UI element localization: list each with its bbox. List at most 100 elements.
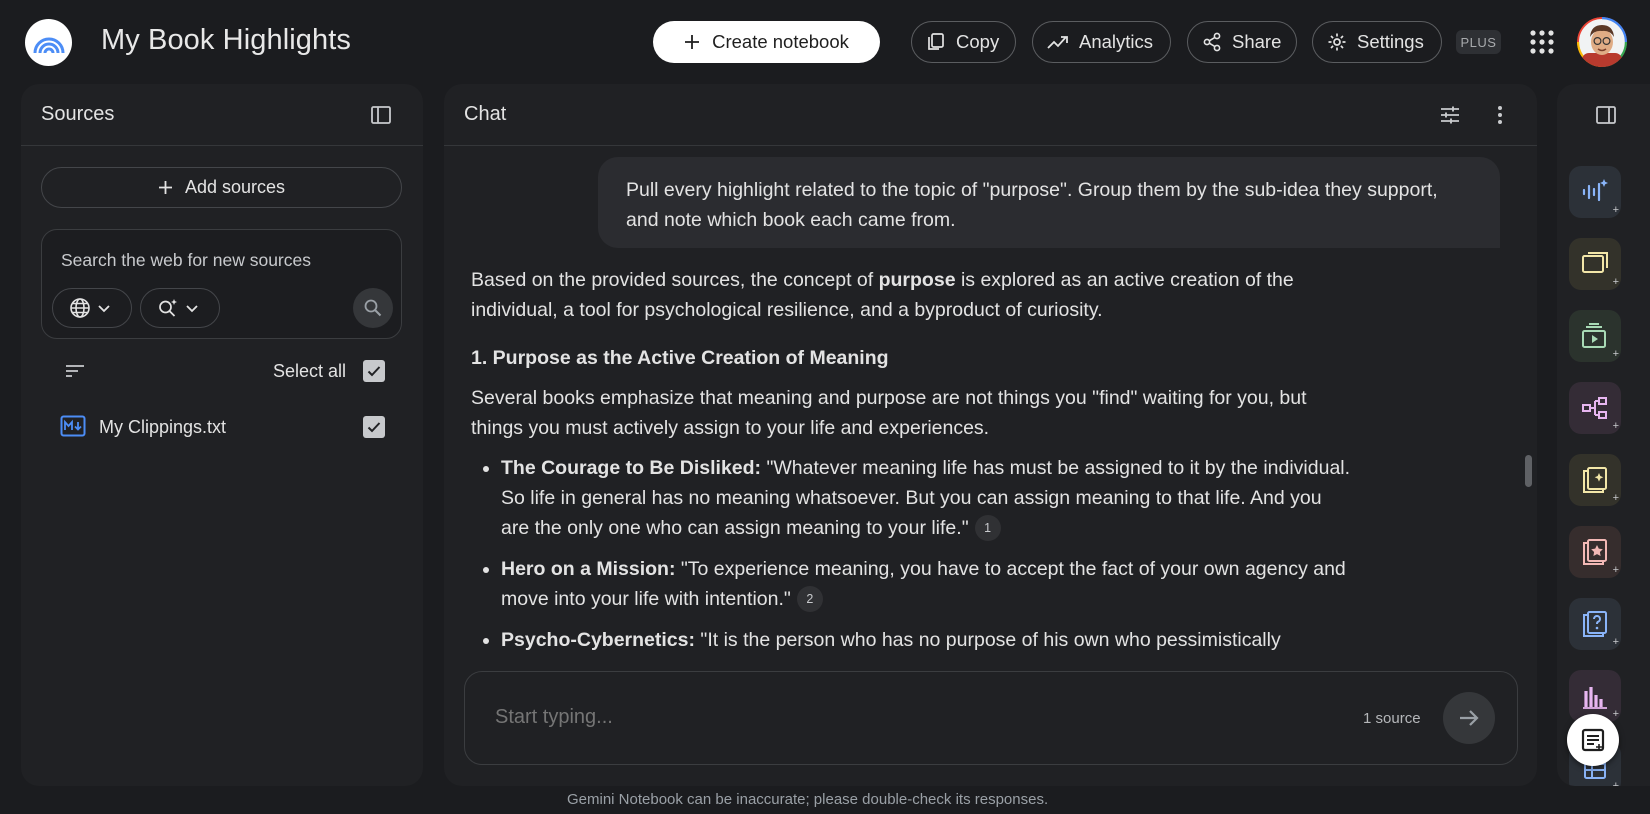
- apps-grid-button[interactable]: [1528, 28, 1556, 56]
- source-checkbox[interactable]: [363, 416, 385, 438]
- select-all-checkbox[interactable]: [363, 360, 385, 382]
- add-icon: +: [1612, 564, 1619, 576]
- chevron-down-icon: [98, 305, 110, 313]
- mind-map-icon: [1582, 397, 1607, 419]
- book-title: The Courage to Be Disliked:: [501, 457, 762, 479]
- chevron-down-icon: [186, 305, 198, 313]
- arrow-right-icon: [1460, 710, 1479, 726]
- avatar-portrait-icon: [1577, 17, 1627, 67]
- checkmark-icon: [367, 422, 381, 433]
- response-intro: Based on the provided sources, the conce…: [471, 265, 1351, 325]
- mind-map-button[interactable]: +: [1569, 382, 1621, 434]
- send-button[interactable]: [1443, 692, 1495, 744]
- source-count: 1 source: [1363, 710, 1421, 727]
- add-icon: +: [1612, 708, 1619, 720]
- sources-panel: Sources Add sources Search the web for n…: [21, 84, 423, 786]
- chat-panel: Chat Pull every highlight related to the…: [444, 84, 1537, 786]
- section-body: Several books emphasize that meaning and…: [471, 387, 1307, 439]
- audio-overview-icon: [1582, 179, 1608, 202]
- share-label: Share: [1232, 31, 1282, 52]
- add-icon: +: [1612, 636, 1619, 648]
- audio-overview-button[interactable]: +: [1569, 166, 1621, 218]
- add-icon: +: [1612, 204, 1619, 216]
- citation-chip[interactable]: 2: [796, 586, 823, 613]
- quiz-button[interactable]: +: [1569, 598, 1621, 650]
- expand-studio-button[interactable]: [1594, 103, 1618, 127]
- plan-badge: PLUS: [1456, 30, 1501, 54]
- chat-messages[interactable]: Pull every highlight related to the topi…: [444, 147, 1537, 722]
- highlight-item: Hero on a Mission: "To experience meanin…: [471, 554, 1351, 614]
- reports-button[interactable]: +: [1569, 454, 1621, 506]
- analytics-button[interactable]: Analytics: [1032, 21, 1171, 63]
- sources-filter-row: Select all: [41, 349, 402, 393]
- add-sources-label: Add sources: [184, 177, 286, 197]
- studio-panel: + + + + + + + + +: [1557, 84, 1650, 786]
- chat-composer: 1 source: [464, 671, 1518, 765]
- highlight-quote: "It is the person who has no purpose of …: [694, 629, 1281, 651]
- sparkle-search-icon: [159, 299, 177, 317]
- create-notebook-button[interactable]: Create notebook: [653, 21, 880, 63]
- intro-text-start: Based on the provided sources, the conce…: [471, 269, 879, 291]
- account-avatar[interactable]: [1577, 17, 1627, 67]
- section-heading: 1. Purpose as the Active Creation of Mea…: [471, 347, 889, 369]
- select-all-label: Select all: [272, 361, 346, 381]
- web-search-box: Search the web for new sources: [41, 229, 402, 339]
- web-search-submit-button[interactable]: [353, 288, 393, 328]
- chat-header: Chat: [444, 84, 1537, 146]
- note-icon: [1581, 728, 1605, 752]
- infographic-icon: [1583, 687, 1607, 709]
- add-icon: +: [1612, 780, 1619, 787]
- user-message: Pull every highlight related to the topi…: [598, 157, 1500, 248]
- chat-input[interactable]: [495, 706, 1275, 729]
- apps-grid-icon: [1530, 30, 1554, 54]
- reports-icon: [1583, 467, 1607, 493]
- slide-deck-icon: [1582, 252, 1608, 273]
- search-icon: [364, 299, 382, 317]
- video-overview-button[interactable]: +: [1569, 310, 1621, 362]
- book-title: Psycho-Cybernetics:: [501, 629, 695, 651]
- more-vert-icon: [1498, 106, 1502, 124]
- share-button[interactable]: Share: [1187, 21, 1297, 63]
- chat-settings-button[interactable]: [1438, 103, 1462, 127]
- app-logo[interactable]: [25, 19, 72, 66]
- sort-button[interactable]: [65, 363, 85, 379]
- copy-button[interactable]: Copy: [911, 21, 1016, 63]
- copy-label: Copy: [956, 31, 1000, 52]
- add-note-button[interactable]: [1567, 714, 1619, 766]
- highlight-item: The Courage to Be Disliked: "Whatever me…: [471, 453, 1351, 543]
- flashcards-icon: [1583, 539, 1607, 565]
- assistant-response: Based on the provided sources, the conce…: [471, 265, 1351, 666]
- disclaimer-text: Gemini Notebook can be inaccurate; pleas…: [567, 791, 1049, 808]
- logo-arcs-icon: [33, 37, 64, 53]
- checkmark-icon: [367, 366, 381, 377]
- search-mode-dropdown[interactable]: [140, 288, 220, 328]
- markdown-file-icon: [60, 415, 86, 437]
- chat-scrollbar[interactable]: [1525, 455, 1532, 487]
- analytics-label: Analytics: [1079, 31, 1154, 52]
- flashcards-button[interactable]: +: [1569, 526, 1621, 578]
- top-bar: My Book Highlights Create notebook Copy …: [0, 0, 1650, 84]
- highlight-list: The Courage to Be Disliked: "Whatever me…: [471, 453, 1351, 655]
- source-item[interactable]: My Clippings.txt: [41, 404, 402, 450]
- web-search-input[interactable]: Search the web for new sources: [61, 250, 311, 271]
- source-name: My Clippings.txt: [99, 417, 227, 437]
- quiz-icon: [1583, 611, 1607, 637]
- gear-icon: [1328, 33, 1346, 51]
- notebook-title[interactable]: My Book Highlights: [101, 24, 351, 57]
- sources-header: Sources: [21, 84, 423, 146]
- search-source-type-dropdown[interactable]: [52, 288, 132, 328]
- trending-up-icon: [1047, 36, 1068, 49]
- slide-deck-button[interactable]: +: [1569, 238, 1621, 290]
- add-sources-button[interactable]: Add sources: [41, 167, 402, 208]
- add-icon: +: [1612, 420, 1619, 432]
- chat-more-options-button[interactable]: [1488, 103, 1512, 127]
- dock-right-icon: [1596, 106, 1616, 124]
- sources-title: Sources: [41, 103, 115, 125]
- chat-title: Chat: [464, 103, 507, 125]
- settings-button[interactable]: Settings: [1312, 21, 1442, 63]
- add-icon: +: [1612, 492, 1619, 504]
- collapse-sources-button[interactable]: [369, 103, 393, 127]
- citation-chip[interactable]: 1: [974, 515, 1001, 542]
- dock-left-icon: [371, 106, 391, 124]
- tune-sliders-icon: [1441, 106, 1459, 124]
